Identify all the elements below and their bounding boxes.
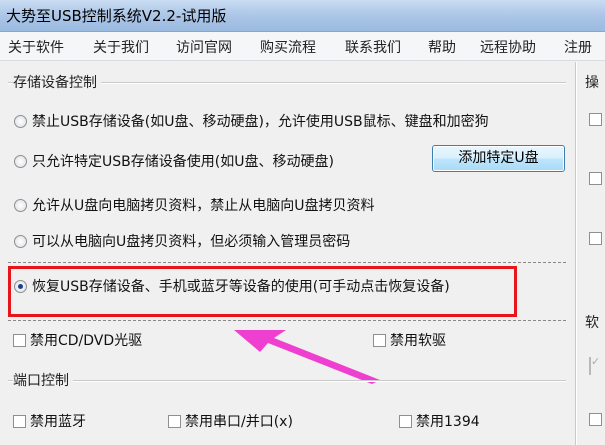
radio-option-readonly-usb[interactable]: 允许从U盘向电脑拷贝资料，禁止从电脑向U盘拷贝资料 (14, 195, 375, 215)
add-specific-usb-button[interactable]: 添加特定U盘 (432, 145, 565, 172)
radio-label: 禁止USB存储设备(如U盘、移动硬盘)，允许使用USB鼠标、键盘和加密狗 (32, 114, 489, 130)
menu-purchase[interactable]: 购买流程 (260, 37, 316, 57)
right-panel-checkbox[interactable] (589, 113, 602, 126)
right-panel-checkbox[interactable] (589, 232, 602, 245)
window-title: 大势至USB控制系统V2.2-试用版 (6, 7, 227, 25)
radio-option-specific-usb[interactable]: 只允许特定USB存储设备使用(如U盘、移动硬盘) (14, 151, 334, 171)
right-panel-divider (575, 62, 577, 445)
radio-label: 只允许特定USB存储设备使用(如U盘、移动硬盘) (32, 154, 334, 170)
radio-option-block-usb[interactable]: 禁止USB存储设备(如U盘、移动硬盘)，允许使用USB鼠标、键盘和加密狗 (14, 111, 489, 131)
checkbox-disable-cd[interactable]: 禁用CD/DVD光驱 (13, 330, 142, 350)
checkbox-disable-1394[interactable]: 禁用1394 (399, 411, 480, 431)
checkbox-label: 禁用软驱 (390, 333, 446, 349)
radio-option-password-copy[interactable]: 可以从电脑向U盘拷贝资料，但必须输入管理员密码 (14, 231, 350, 251)
radio-button[interactable] (14, 198, 27, 212)
storage-group-title: 存储设备控制 (13, 72, 101, 92)
menu-visit-website[interactable]: 访问官网 (176, 37, 232, 57)
checkbox[interactable] (168, 414, 181, 428)
port-group-border (8, 380, 566, 382)
radio-label: 允许从U盘向电脑拷贝资料，禁止从电脑向U盘拷贝资料 (32, 198, 375, 214)
menu-bar: 关于软件 关于我们 访问官网 购买流程 联系我们 帮助 远程协助 注册 (0, 32, 605, 61)
menu-contact-us[interactable]: 联系我们 (345, 37, 401, 57)
menu-register[interactable]: 注册 (564, 37, 592, 57)
checkbox-disable-serial-port[interactable]: 禁用串口/并口(x) (168, 411, 293, 431)
checkbox[interactable] (13, 333, 26, 347)
checkbox-disable-bluetooth[interactable]: 禁用蓝牙 (13, 411, 86, 431)
radio-button[interactable] (14, 234, 27, 248)
checkbox-label: 禁用CD/DVD光驱 (30, 333, 143, 349)
radio-label: 可以从电脑向U盘拷贝资料，但必须输入管理员密码 (32, 234, 351, 250)
title-bar: 大势至USB控制系统V2.2-试用版 (0, 0, 605, 32)
menu-help[interactable]: 帮助 (428, 37, 456, 57)
checkbox-label: 禁用蓝牙 (30, 414, 86, 430)
right-panel-checkbox[interactable] (589, 413, 602, 426)
checkbox-label: 禁用1394 (416, 414, 480, 430)
red-highlight-box (8, 266, 517, 317)
checkbox[interactable] (399, 414, 412, 428)
checkbox-label: 禁用串口/并口(x) (185, 414, 293, 430)
right-panel-title-top: 操 (585, 72, 603, 92)
checkbox[interactable] (13, 414, 26, 428)
right-panel-checkbox[interactable] (589, 172, 602, 185)
pink-arrow-icon (234, 330, 380, 384)
right-panel-title-mid: 软 (585, 312, 603, 332)
port-group-title: 端口控制 (13, 370, 73, 390)
radio-button[interactable] (14, 114, 27, 128)
menu-about-software[interactable]: 关于软件 (8, 37, 64, 57)
menu-about-us[interactable]: 关于我们 (93, 37, 149, 57)
menu-remote-assist[interactable]: 远程协助 (480, 37, 536, 57)
right-panel-checkbox-disabled (589, 357, 591, 375)
separator-dashed (8, 262, 566, 263)
radio-button[interactable] (14, 154, 27, 168)
